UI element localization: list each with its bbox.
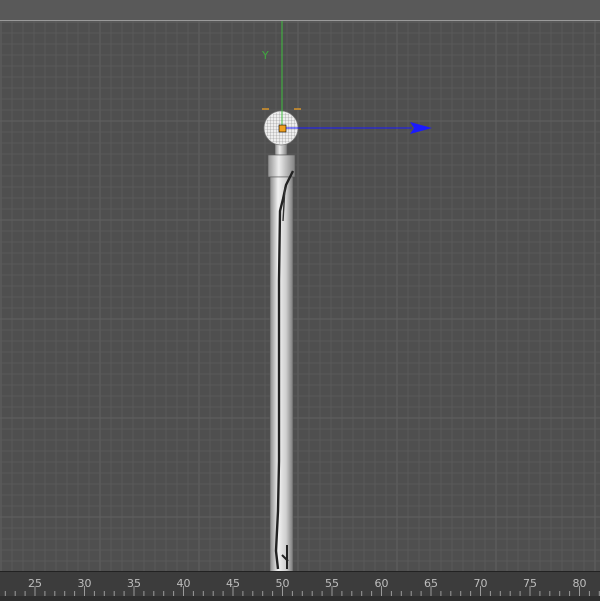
3d-viewport[interactable]: Y: [0, 21, 600, 571]
ruler-label: 40: [176, 577, 191, 590]
viewport-canvas[interactable]: [0, 21, 600, 571]
ruler-label: 55: [325, 577, 339, 590]
ruler-label: 35: [127, 577, 141, 590]
ruler-label: 45: [226, 577, 240, 590]
ruler-label: 80: [572, 577, 587, 590]
gizmo-center-handle[interactable]: [278, 124, 287, 133]
timeline-scrollbar[interactable]: [0, 596, 600, 601]
pole-object[interactable]: [261, 108, 302, 571]
ruler-label: 75: [523, 577, 537, 590]
ruler-label: 50: [275, 577, 290, 590]
y-axis-label: Y: [262, 49, 269, 62]
timeline-ruler[interactable]: 25 30 35 40 45 50 55 60 65 70 75 80: [0, 571, 600, 601]
ruler-label: 60: [374, 577, 389, 590]
ruler-label: 70: [473, 577, 488, 590]
ruler-label: 30: [77, 577, 92, 590]
ruler-label: 65: [424, 577, 438, 590]
pole-shaft: [269, 176, 294, 571]
viewport-title-bar: [0, 0, 600, 21]
ruler-label: 25: [28, 577, 42, 590]
grid: [0, 21, 600, 571]
